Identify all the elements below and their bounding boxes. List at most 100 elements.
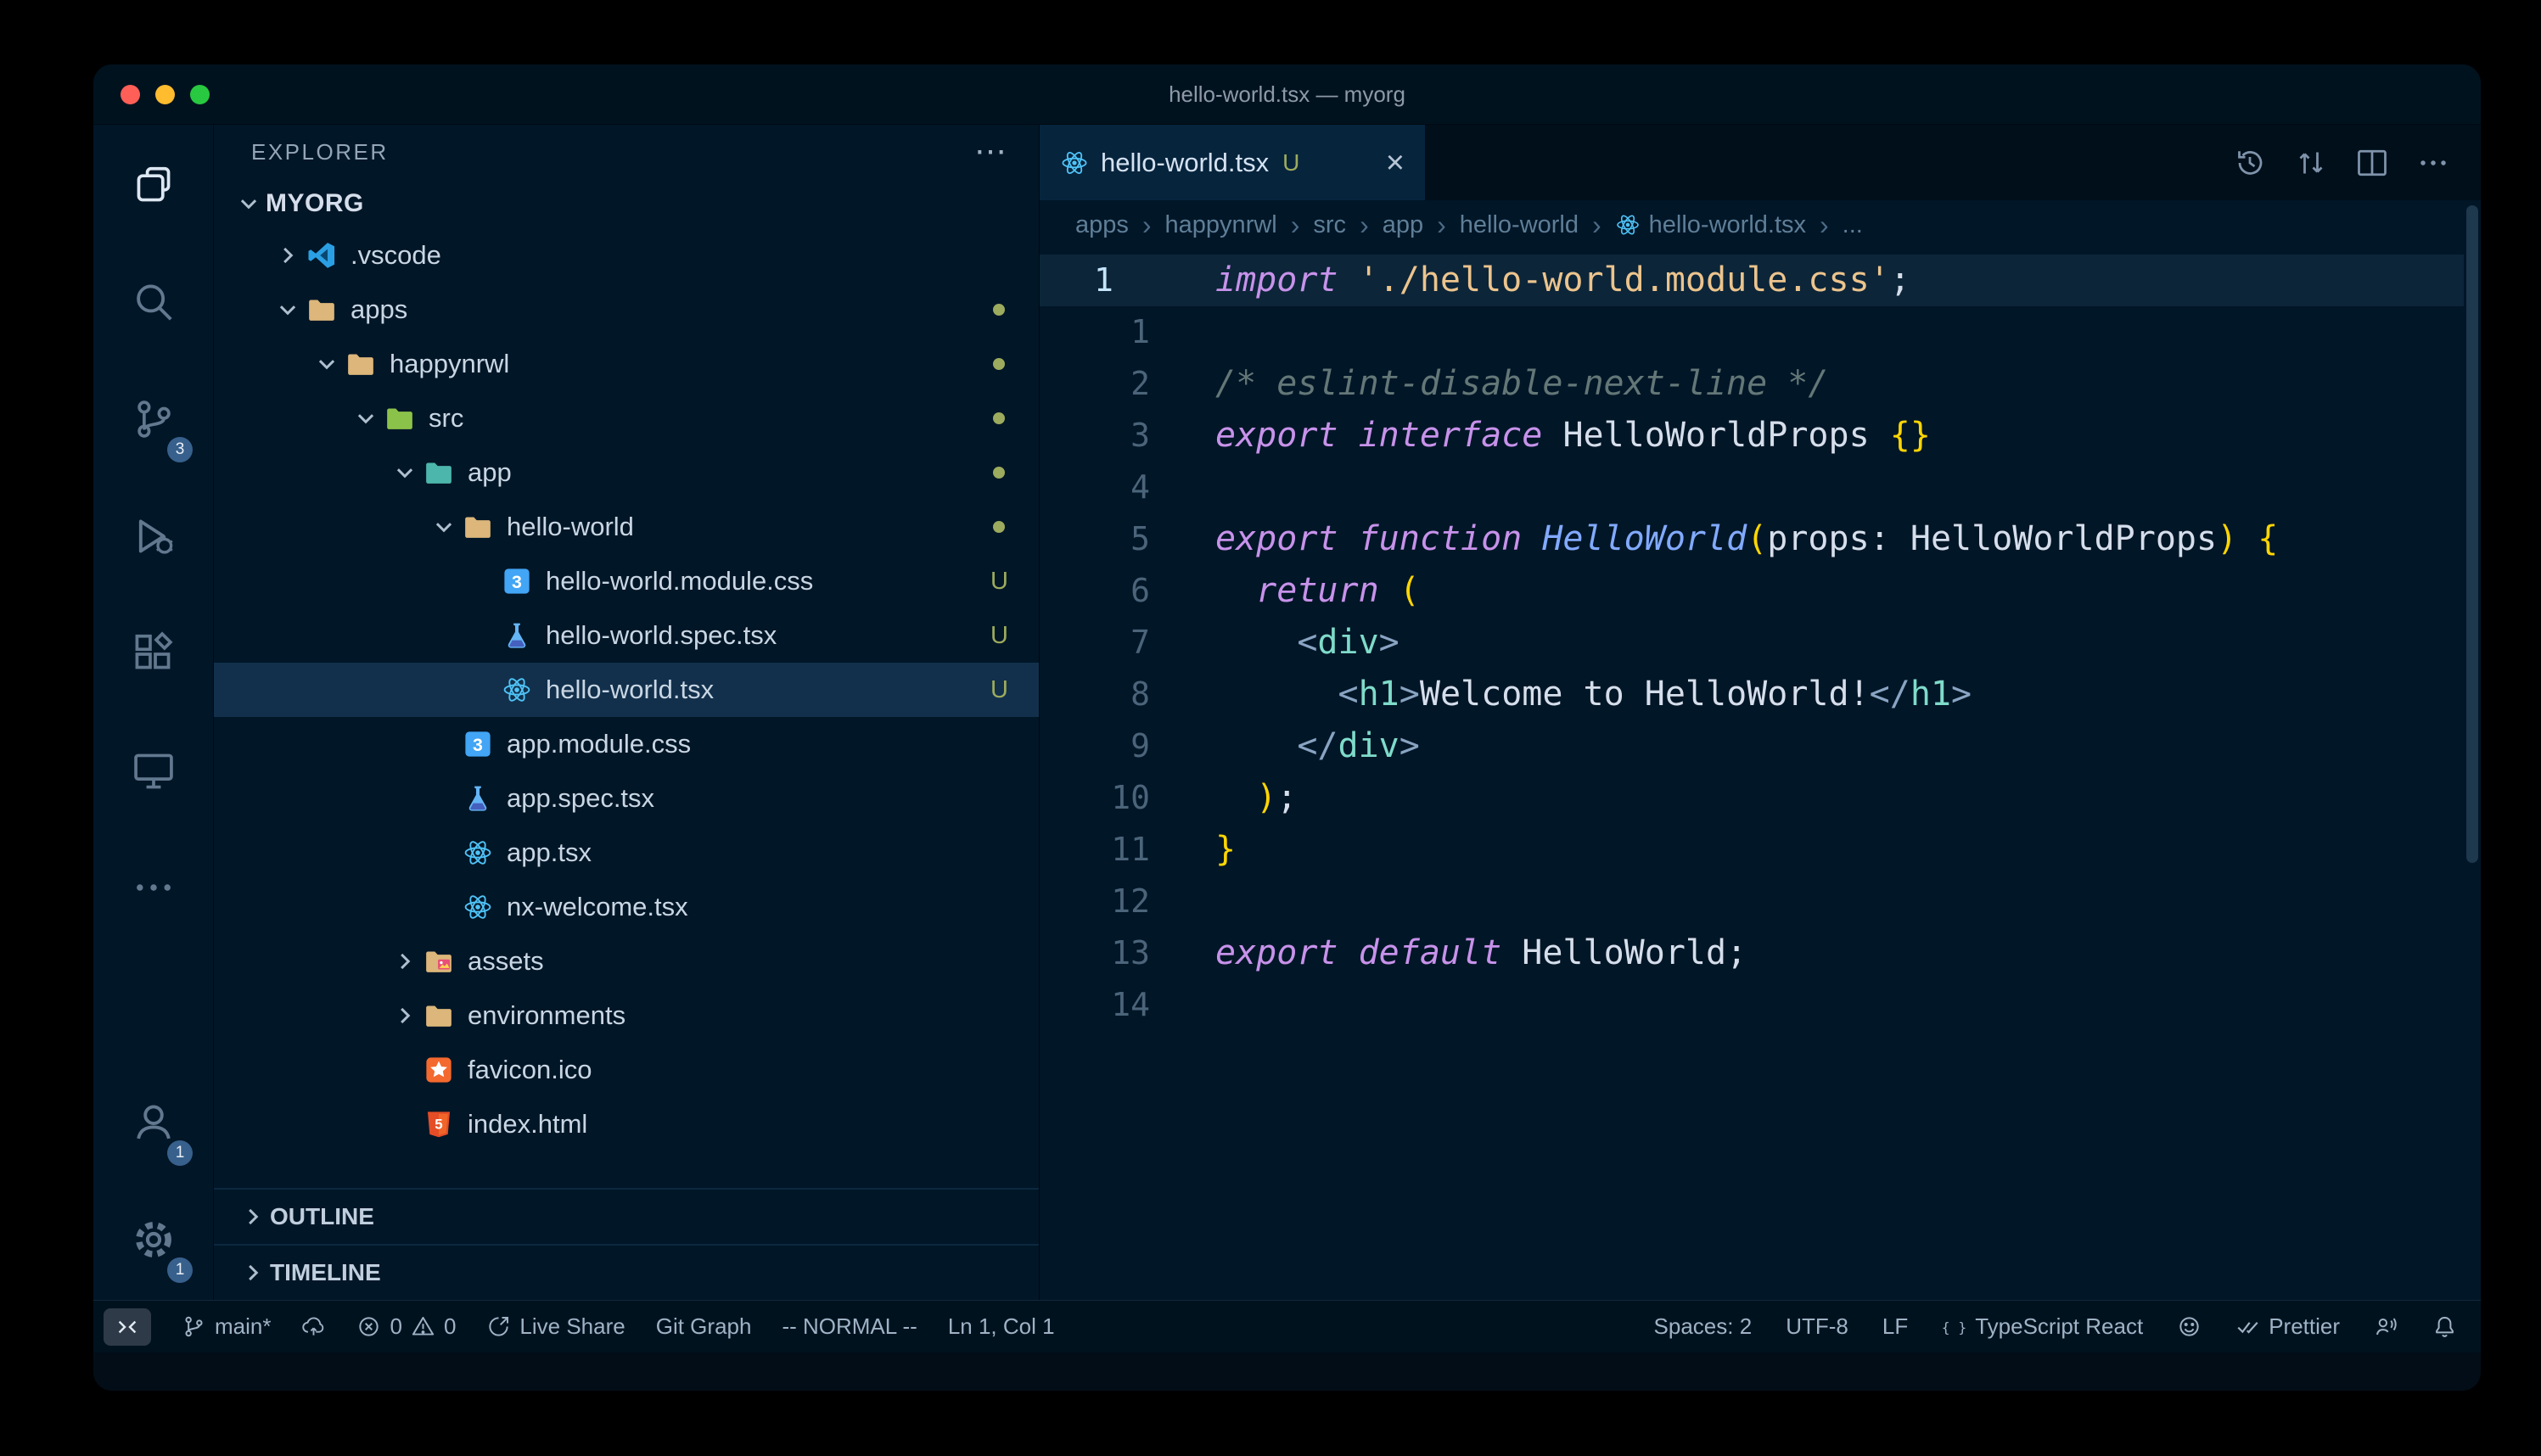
- breadcrumb-item-app[interactable]: app: [1383, 211, 1423, 239]
- code-line[interactable]: }: [1215, 824, 2481, 876]
- section-outline[interactable]: OUTLINE: [214, 1188, 1039, 1244]
- line-number[interactable]: 5: [1040, 513, 1175, 565]
- code-line[interactable]: import './hello-world.module.css';: [1215, 255, 2481, 306]
- line-number[interactable]: 1: [1040, 306, 1175, 358]
- status-git-branch[interactable]: main*: [182, 1313, 271, 1340]
- tree-item-happynrwl[interactable]: happynrwl: [214, 337, 1039, 391]
- breadcrumb-item-hello-world[interactable]: hello-world: [1460, 211, 1579, 239]
- code-token: './hello-world.module.css': [1359, 260, 1890, 300]
- activity-item-accounts-icon[interactable]: 1: [93, 1064, 213, 1181]
- line-number[interactable]: 10: [1040, 772, 1175, 824]
- tree-item-apps[interactable]: apps: [214, 283, 1039, 337]
- code-line[interactable]: [1215, 462, 2481, 513]
- tree-item-assets[interactable]: assets: [214, 934, 1039, 988]
- tree-root-myorg[interactable]: MYORG: [214, 179, 1039, 228]
- tree-item-app.tsx[interactable]: app.tsx: [214, 826, 1039, 880]
- minimize-window-button[interactable]: [155, 85, 175, 104]
- scrollbar[interactable]: [2466, 205, 2478, 863]
- status-language-mode[interactable]: { }TypeScript React: [1942, 1313, 2143, 1340]
- code-line[interactable]: </div>: [1215, 720, 2481, 772]
- breadcrumb-item-src[interactable]: src: [1313, 211, 1346, 239]
- code-line[interactable]: <div>: [1215, 617, 2481, 669]
- breadcrumb-item-apps[interactable]: apps: [1075, 211, 1129, 239]
- line-number[interactable]: 3: [1040, 410, 1175, 462]
- status-live-share[interactable]: Live Share: [486, 1313, 625, 1340]
- tree-item-app[interactable]: app: [214, 445, 1039, 500]
- tree-item-.vscode[interactable]: .vscode: [214, 228, 1039, 283]
- status-prettier[interactable]: Prettier: [2235, 1313, 2340, 1340]
- status-feedback-smiley[interactable]: [2177, 1314, 2202, 1339]
- status-encoding[interactable]: UTF-8: [1786, 1313, 1848, 1340]
- zoom-window-button[interactable]: [190, 85, 210, 104]
- activity-item-extensions-icon[interactable]: [93, 595, 213, 712]
- code-line[interactable]: [1215, 876, 2481, 927]
- react-icon: [502, 675, 532, 705]
- code-line[interactable]: [1215, 979, 2481, 1031]
- status-git-graph[interactable]: Git Graph: [656, 1313, 752, 1340]
- line-number[interactable]: 14: [1040, 979, 1175, 1031]
- activity-item-run-debug-icon[interactable]: [93, 478, 213, 595]
- code-editor[interactable]: 11234567891011121314 import './hello-wor…: [1040, 249, 2481, 1300]
- status-eol[interactable]: LF: [1882, 1313, 1908, 1340]
- code-line[interactable]: return (: [1215, 565, 2481, 617]
- tree-item-hello-world.module.css[interactable]: 3hello-world.module.cssU: [214, 554, 1039, 608]
- chevron-right-icon: [388, 999, 422, 1033]
- split-editor-icon[interactable]: [2355, 146, 2389, 180]
- close-tab-icon[interactable]: ×: [1386, 147, 1405, 179]
- open-changes-icon[interactable]: [2294, 146, 2328, 180]
- tree-item-app.module.css[interactable]: 3app.module.css: [214, 717, 1039, 771]
- status-indentation[interactable]: Spaces: 2: [1654, 1313, 1753, 1340]
- tree-item-index.html[interactable]: 5index.html: [214, 1097, 1039, 1151]
- activity-item-search-icon[interactable]: [93, 244, 213, 361]
- tree-item-favicon.ico[interactable]: favicon.ico: [214, 1043, 1039, 1097]
- tree-item-environments[interactable]: environments: [214, 988, 1039, 1043]
- activity-item-remote-explorer-icon[interactable]: [93, 712, 213, 829]
- line-number[interactable]: 4: [1040, 462, 1175, 513]
- activity-item-files-icon[interactable]: [93, 126, 213, 244]
- line-number[interactable]: 9: [1040, 720, 1175, 772]
- breadcrumb-item-happynrwl[interactable]: happynrwl: [1165, 211, 1277, 239]
- line-number[interactable]: 1: [1040, 255, 1175, 306]
- activity-item-more-icon[interactable]: [93, 829, 213, 946]
- code-line[interactable]: /* eslint-disable-next-line */: [1215, 358, 2481, 410]
- code-line[interactable]: export interface HelloWorldProps {}: [1215, 410, 2481, 462]
- breadcrumb-item-hello-world.tsx[interactable]: hello-world.tsx: [1615, 211, 1806, 239]
- close-window-button[interactable]: [121, 85, 140, 104]
- activity-item-settings-gear-icon[interactable]: 1: [93, 1181, 213, 1298]
- status-problems[interactable]: 00: [356, 1313, 456, 1340]
- line-number[interactable]: 2: [1040, 358, 1175, 410]
- status-publish-changes[interactable]: [301, 1314, 326, 1339]
- activity-item-source-control-icon[interactable]: 3: [93, 361, 213, 478]
- code-content[interactable]: import './hello-world.module.css'; /* esl…: [1175, 255, 2481, 1300]
- tree-item-hello-world.spec.tsx[interactable]: hello-world.spec.tsxU: [214, 608, 1039, 663]
- code-line[interactable]: <h1>Welcome to HelloWorld!</h1>: [1215, 669, 2481, 720]
- code-line[interactable]: export function HelloWorld(props: HelloW…: [1215, 513, 2481, 565]
- line-number[interactable]: 8: [1040, 669, 1175, 720]
- code-line[interactable]: export default HelloWorld;: [1215, 927, 2481, 979]
- breadcrumb-item-...[interactable]: ...: [1843, 211, 1863, 239]
- tab-hello-world-tsx[interactable]: hello-world.tsx U ×: [1040, 125, 1426, 200]
- line-number[interactable]: 7: [1040, 617, 1175, 669]
- tree-item-hello-world.tsx[interactable]: hello-world.tsxU: [214, 663, 1039, 717]
- code-line[interactable]: );: [1215, 772, 2481, 824]
- status-remote-indicator[interactable]: [104, 1308, 151, 1346]
- tab-git-status: U: [1282, 149, 1299, 176]
- code-line[interactable]: [1215, 306, 2481, 358]
- line-number[interactable]: 13: [1040, 927, 1175, 979]
- tree-item-src[interactable]: src: [214, 391, 1039, 445]
- more-actions-icon[interactable]: [2416, 146, 2450, 180]
- tree-item-hello-world[interactable]: hello-world: [214, 500, 1039, 554]
- status-vim-mode[interactable]: -- NORMAL --: [782, 1313, 917, 1340]
- section-timeline[interactable]: TIMELINE: [214, 1244, 1039, 1300]
- status-feedback[interactable]: [2374, 1314, 2398, 1339]
- more-actions-icon[interactable]: ⋯: [974, 136, 1007, 168]
- window-footer: [93, 1352, 2481, 1391]
- status-cursor-position[interactable]: Ln 1, Col 1: [948, 1313, 1055, 1340]
- line-number[interactable]: 11: [1040, 824, 1175, 876]
- history-icon[interactable]: [2233, 146, 2267, 180]
- line-number[interactable]: 6: [1040, 565, 1175, 617]
- status-notifications[interactable]: [2432, 1314, 2457, 1339]
- line-number[interactable]: 12: [1040, 876, 1175, 927]
- tree-item-app.spec.tsx[interactable]: app.spec.tsx: [214, 771, 1039, 826]
- tree-item-nx-welcome.tsx[interactable]: nx-welcome.tsx: [214, 880, 1039, 934]
